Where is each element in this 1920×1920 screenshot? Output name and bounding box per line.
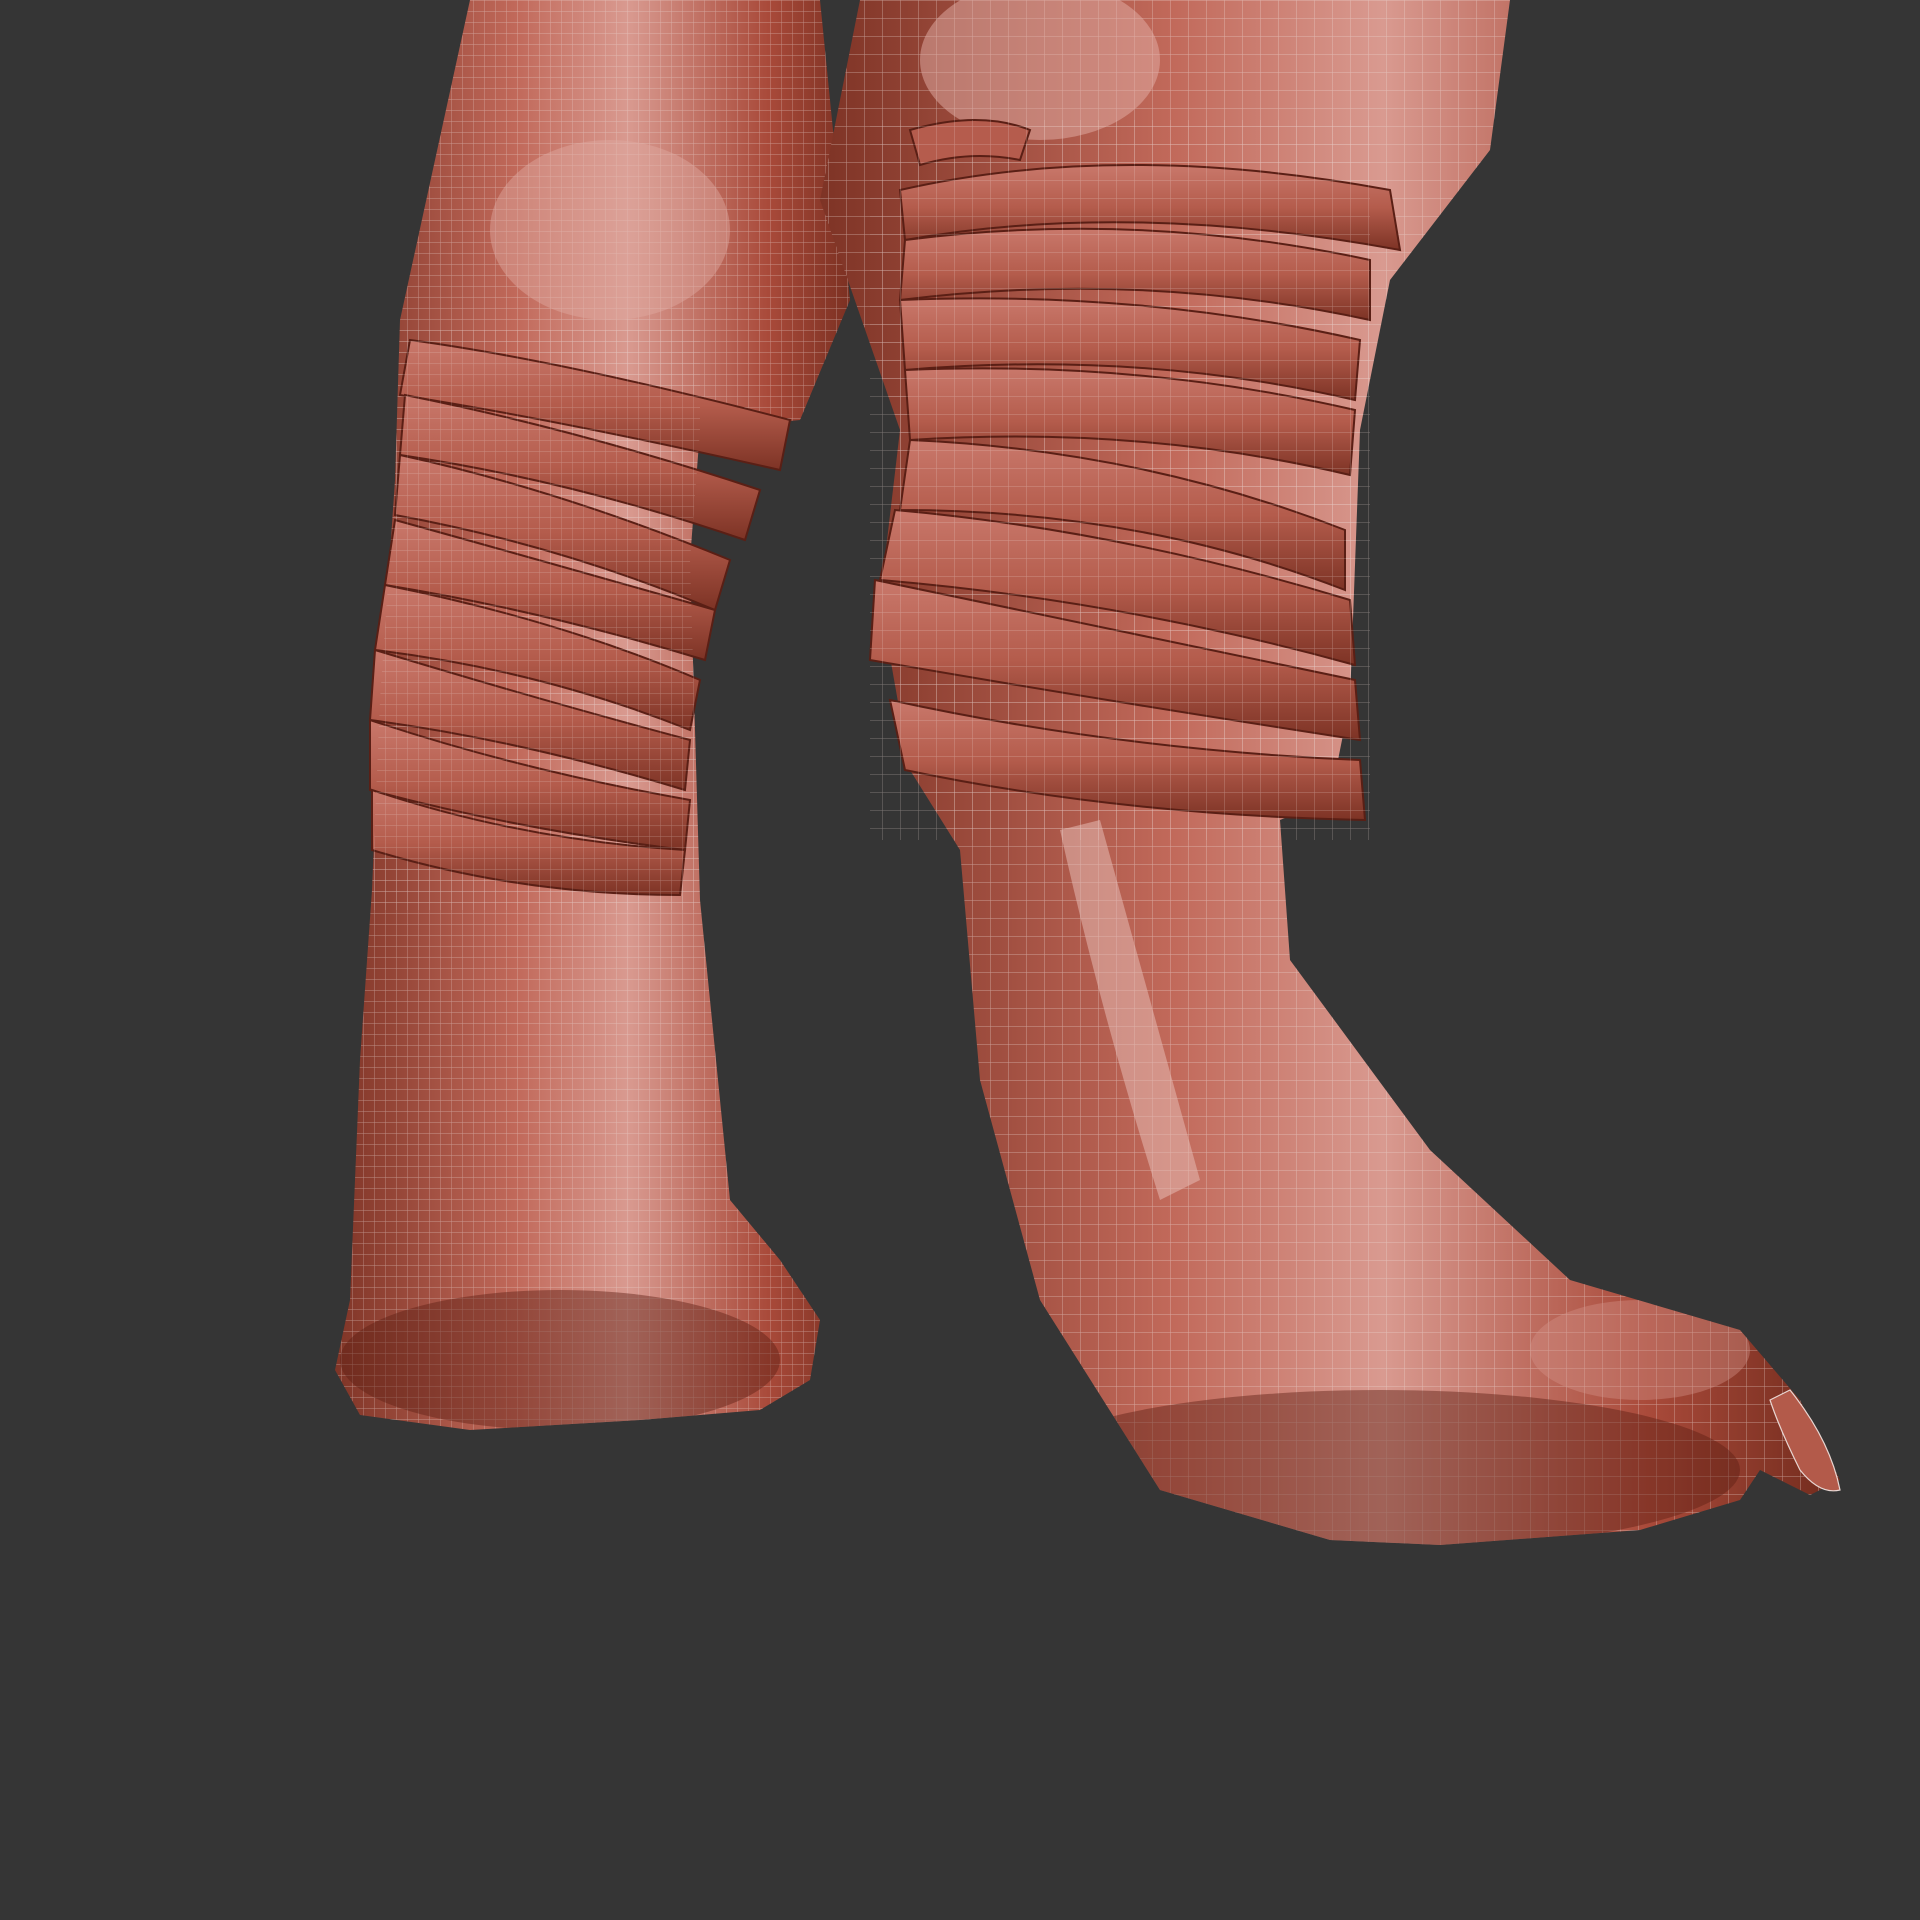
right-leg-bandage-wraps [868, 119, 1402, 840]
3d-viewport[interactable] [0, 0, 1920, 1920]
sculpt-render [0, 0, 1920, 1920]
